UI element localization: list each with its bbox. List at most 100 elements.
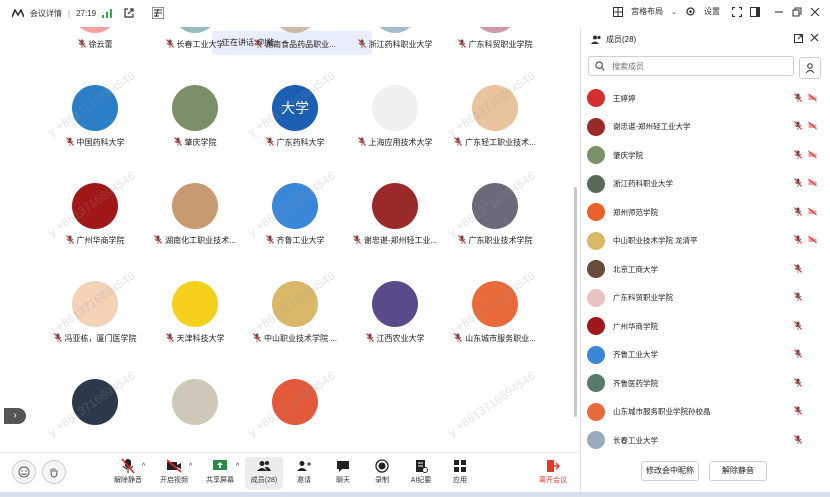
external-link-icon[interactable] [124, 8, 134, 18]
member-row[interactable]: 谢忠谌-郑州轻工业大学 [587, 116, 817, 138]
expand-panel-button[interactable]: › [4, 408, 26, 424]
mic-muted-icon[interactable] [794, 434, 802, 446]
camera-off-icon[interactable] [808, 178, 817, 189]
participant-tile[interactable]: 广东职业技术学院 [445, 183, 545, 246]
participant-tile[interactable]: 大学 广东药科大学 [245, 85, 345, 148]
raise-hand-button[interactable] [42, 460, 66, 484]
participant-tile[interactable]: 上海应用技术大学 [345, 85, 445, 148]
mic-muted-icon[interactable] [794, 320, 802, 332]
close-icon[interactable] [810, 33, 819, 44]
unmute-all-button[interactable]: 解除静音 [709, 461, 767, 481]
participant-tile[interactable]: 浙江药科职业大学 [345, 27, 445, 50]
mic-muted-icon[interactable] [794, 263, 802, 275]
member-row[interactable]: 广东科贸职业学院 [587, 287, 817, 309]
member-name: 广东科贸职业学院 [613, 293, 673, 302]
participant-tile[interactable]: 肇庆学院 [145, 85, 245, 148]
mic-muted-icon[interactable] [794, 149, 802, 161]
member-row[interactable]: 中山职业技术学院 龙清平 [587, 230, 817, 252]
popout-icon[interactable] [794, 34, 803, 45]
record-button[interactable]: 录制 [364, 457, 400, 485]
chevron-up-icon[interactable]: ^ [189, 463, 192, 470]
grid-scrollbar[interactable] [574, 187, 577, 417]
participant-tile[interactable]: 山东城市服务职业... [445, 281, 545, 344]
participant-tile[interactable]: 广州华商学院 [45, 183, 145, 246]
avatar [587, 146, 605, 164]
unmute-button[interactable]: 解除静音 [110, 457, 146, 485]
share-screen-button[interactable]: 共享屏幕 [202, 457, 238, 485]
people-icon [257, 461, 271, 471]
mic-muted-icon[interactable] [794, 377, 802, 389]
mic-muted-icon[interactable] [794, 349, 802, 360]
participant-tile[interactable] [145, 379, 245, 425]
members-button[interactable]: 成员(28) [245, 457, 283, 489]
window-restore-icon[interactable] [792, 7, 802, 17]
participant-tile[interactable]: 冯亚栋，厦门医学院 [45, 281, 145, 344]
meeting-details-link[interactable]: 会议详情 [30, 8, 62, 19]
mic-muted-icon[interactable] [794, 235, 802, 246]
member-row[interactable]: 郑州师范学院 [587, 201, 817, 223]
participant-tile[interactable]: 湖南食品药品职业... [245, 27, 345, 50]
participant-tile[interactable]: 中国药科大学 [45, 85, 145, 148]
member-row[interactable]: 肇庆学院 [587, 144, 817, 166]
member-name: 北京工商大学 [613, 264, 658, 274]
member-row[interactable]: 广州华商学院 [587, 315, 817, 337]
member-settings-button[interactable] [799, 57, 821, 79]
layout-selector[interactable]: 宫格布局 [631, 6, 663, 17]
member-row[interactable]: 山东城市服务职业学院孙校晶 [587, 401, 817, 423]
mic-muted-icon[interactable] [794, 292, 802, 303]
member-search-input[interactable] [609, 60, 793, 72]
fullscreen-icon[interactable] [732, 6, 742, 17]
participant-tile[interactable]: 齐鲁工业大学 [245, 183, 345, 246]
mic-muted-icon[interactable] [794, 206, 802, 218]
camera-off-icon[interactable] [808, 121, 817, 132]
participant-name: 广州华商学院 [76, 236, 125, 245]
chevron-up-icon[interactable]: ^ [236, 463, 239, 470]
gear-icon[interactable] [685, 6, 696, 17]
participant-tile[interactable]: 徐云蕾 [45, 27, 145, 50]
participant-tile[interactable] [245, 379, 345, 425]
chevron-down-icon[interactable]: ⌄ [671, 8, 677, 16]
mic-muted-icon[interactable] [794, 92, 802, 104]
member-row[interactable]: 长春工业大学 [587, 429, 817, 451]
settings-button[interactable]: 设置 [704, 6, 720, 17]
chat-button[interactable]: 聊天 [325, 457, 361, 485]
rename-nickname-button[interactable]: 修改会中昵称 [641, 461, 699, 481]
signal-icon[interactable] [102, 8, 113, 18]
leave-meeting-button[interactable]: 离开会议 [532, 457, 574, 485]
participant-tile[interactable] [45, 379, 145, 425]
window-close-icon[interactable] [810, 7, 820, 17]
mic-muted-icon[interactable] [794, 121, 802, 132]
invite-button[interactable]: 邀请 [286, 457, 322, 485]
participant-label: 山东城市服务职业... [445, 333, 545, 344]
reaction-button[interactable] [12, 460, 36, 484]
member-search[interactable] [588, 56, 794, 76]
participant-tile[interactable]: 江西农业大学 [345, 281, 445, 344]
ai-notes-button[interactable]: AI纪要 [403, 457, 439, 485]
participant-tile[interactable]: 湖南化工职业技术... [145, 183, 245, 246]
mic-muted-icon[interactable] [794, 178, 802, 189]
start-video-button[interactable]: 开启视频 [156, 457, 192, 485]
sidebar-toggle-icon[interactable] [750, 6, 760, 17]
participant-tile[interactable]: 中山职业技术学院 ... [245, 281, 345, 344]
member-row[interactable]: 北京工商大学 [587, 258, 817, 280]
member-row[interactable]: 王婷婷 [587, 87, 817, 109]
participant-tile[interactable]: 谢忠谌-郑州轻工业... [345, 183, 445, 246]
participant-tile[interactable]: 长春工业大学 [145, 27, 245, 50]
apps-button[interactable]: 应用 [442, 457, 478, 485]
camera-off-icon[interactable] [808, 150, 817, 161]
window-minimize-icon[interactable] [774, 7, 784, 17]
camera-off-icon[interactable] [808, 93, 817, 104]
grid-layout-icon[interactable] [613, 6, 624, 17]
member-name: 广州华商学院 [613, 321, 658, 331]
camera-off-icon[interactable] [808, 235, 817, 246]
chevron-up-icon[interactable]: ^ [142, 463, 145, 470]
participant-tile[interactable]: 广东轻工职业技术... [445, 85, 545, 148]
participant-tile[interactable]: 广东科贸职业学院 [445, 27, 545, 50]
member-row[interactable]: 齐鲁医药学院 [587, 372, 817, 394]
mic-muted-icon [365, 333, 374, 344]
participant-tile[interactable]: 天津科技大学 [145, 281, 245, 344]
mic-muted-icon[interactable] [794, 406, 802, 417]
camera-off-icon[interactable] [808, 207, 817, 218]
member-row[interactable]: 浙江药科职业大学 [587, 173, 817, 195]
member-row[interactable]: 齐鲁工业大学 [587, 344, 817, 366]
